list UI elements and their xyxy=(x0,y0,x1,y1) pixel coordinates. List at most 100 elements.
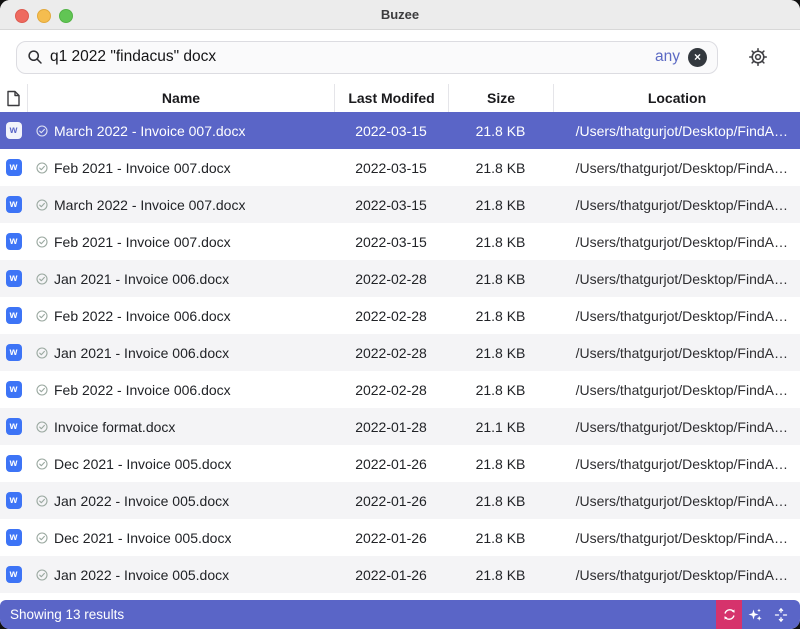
file-size: 21.8 KB xyxy=(448,371,553,408)
clear-search-button[interactable]: × xyxy=(688,48,707,67)
file-modified-date: 2022-03-15 xyxy=(334,186,448,223)
table-row[interactable]: w Dec 2021 - Invoice 005.docx 2022-01-26… xyxy=(0,445,800,482)
file-size: 21.8 KB xyxy=(448,149,553,186)
word-file-icon: w xyxy=(6,492,22,509)
table-row[interactable]: w Feb 2021 - Invoice 007.docx 2022-03-15… xyxy=(0,223,800,260)
file-location: /Users/thatgurjot/Desktop/FindA… xyxy=(553,112,800,149)
file-modified-date: 2022-02-28 xyxy=(334,260,448,297)
check-circle-icon xyxy=(36,199,48,211)
file-name: Dec 2021 - Invoice 005.docx xyxy=(54,530,231,546)
results-table-body: w March 2022 - Invoice 007.docx 2022-03-… xyxy=(0,112,800,593)
file-location: /Users/thatgurjot/Desktop/FindA… xyxy=(553,445,800,482)
search-section: any × xyxy=(0,30,800,84)
word-file-icon: w xyxy=(6,455,22,472)
table-row[interactable]: w Feb 2022 - Invoice 006.docx 2022-02-28… xyxy=(0,297,800,334)
word-file-icon: w xyxy=(6,122,22,139)
file-size: 21.8 KB xyxy=(448,445,553,482)
file-location: /Users/thatgurjot/Desktop/FindA… xyxy=(553,482,800,519)
file-modified-date: 2022-03-15 xyxy=(334,223,448,260)
file-name: Dec 2021 - Invoice 005.docx xyxy=(54,456,231,472)
column-header-modified[interactable]: Last Modifed xyxy=(334,84,448,112)
ai-sparkles-button[interactable] xyxy=(742,600,768,629)
file-modified-date: 2022-01-26 xyxy=(334,445,448,482)
table-row[interactable]: w Invoice format.docx 2022-01-28 21.1 KB… xyxy=(0,408,800,445)
column-header-location[interactable]: Location xyxy=(553,84,800,112)
check-circle-icon xyxy=(36,310,48,322)
check-circle-icon xyxy=(36,125,48,137)
check-circle-icon xyxy=(36,273,48,285)
file-location: /Users/thatgurjot/Desktop/FindA… xyxy=(553,519,800,556)
refresh-button[interactable] xyxy=(716,600,742,629)
table-row[interactable]: w Jan 2021 - Invoice 006.docx 2022-02-28… xyxy=(0,260,800,297)
column-header-name[interactable]: Name xyxy=(27,84,334,112)
close-icon: × xyxy=(694,51,701,63)
word-file-icon: w xyxy=(6,307,22,324)
check-circle-icon xyxy=(36,495,48,507)
file-size: 21.8 KB xyxy=(448,482,553,519)
table-row[interactable]: w Feb 2021 - Invoice 007.docx 2022-03-15… xyxy=(0,149,800,186)
file-size: 21.8 KB xyxy=(448,519,553,556)
file-location: /Users/thatgurjot/Desktop/FindA… xyxy=(553,408,800,445)
check-circle-icon xyxy=(36,458,48,470)
file-name: Jan 2021 - Invoice 006.docx xyxy=(54,345,229,361)
results-table-header: Name Last Modifed Size Location xyxy=(0,84,800,112)
file-size: 21.8 KB xyxy=(448,260,553,297)
file-location: /Users/thatgurjot/Desktop/FindA… xyxy=(553,556,800,593)
column-header-file-type[interactable] xyxy=(0,84,27,112)
word-file-icon: w xyxy=(6,566,22,583)
unfold-vertical-icon xyxy=(774,608,788,622)
file-name: March 2022 - Invoice 007.docx xyxy=(54,197,245,213)
check-circle-icon xyxy=(36,236,48,248)
titlebar: Buzee xyxy=(0,0,800,30)
table-row[interactable]: w Feb 2022 - Invoice 006.docx 2022-02-28… xyxy=(0,371,800,408)
table-bottom-gap xyxy=(0,593,800,600)
file-location: /Users/thatgurjot/Desktop/FindA… xyxy=(553,297,800,334)
file-location: /Users/thatgurjot/Desktop/FindA… xyxy=(553,334,800,371)
table-row[interactable]: w Jan 2021 - Invoice 006.docx 2022-02-28… xyxy=(0,334,800,371)
results-count: Showing 13 results xyxy=(10,607,124,622)
gear-icon xyxy=(747,46,769,68)
search-input[interactable] xyxy=(50,48,655,66)
column-header-size[interactable]: Size xyxy=(448,84,553,112)
file-modified-date: 2022-03-15 xyxy=(334,112,448,149)
settings-button[interactable] xyxy=(746,45,770,69)
word-file-icon: w xyxy=(6,381,22,398)
file-size: 21.8 KB xyxy=(448,334,553,371)
file-location: /Users/thatgurjot/Desktop/FindA… xyxy=(553,371,800,408)
file-name: Feb 2021 - Invoice 007.docx xyxy=(54,234,231,250)
file-modified-date: 2022-01-26 xyxy=(334,482,448,519)
file-name: March 2022 - Invoice 007.docx xyxy=(54,123,245,139)
table-row[interactable]: w Jan 2022 - Invoice 005.docx 2022-01-26… xyxy=(0,482,800,519)
file-modified-date: 2022-01-28 xyxy=(334,408,448,445)
table-row[interactable]: w Jan 2022 - Invoice 005.docx 2022-01-26… xyxy=(0,556,800,593)
table-row[interactable]: w March 2022 - Invoice 007.docx 2022-03-… xyxy=(0,112,800,149)
word-file-icon: w xyxy=(6,418,22,435)
table-row[interactable]: w Dec 2021 - Invoice 005.docx 2022-01-26… xyxy=(0,519,800,556)
word-file-icon: w xyxy=(6,159,22,176)
check-circle-icon xyxy=(36,162,48,174)
file-modified-date: 2022-02-28 xyxy=(334,297,448,334)
word-file-icon: w xyxy=(6,270,22,287)
file-name: Jan 2022 - Invoice 005.docx xyxy=(54,567,229,583)
file-name: Jan 2021 - Invoice 006.docx xyxy=(54,271,229,287)
document-icon xyxy=(6,90,21,107)
file-location: /Users/thatgurjot/Desktop/FindA… xyxy=(553,260,800,297)
check-circle-icon xyxy=(36,347,48,359)
row-density-button[interactable] xyxy=(768,600,794,629)
file-name: Feb 2021 - Invoice 007.docx xyxy=(54,160,231,176)
file-name: Invoice format.docx xyxy=(54,419,175,435)
check-circle-icon xyxy=(36,384,48,396)
file-size: 21.8 KB xyxy=(448,297,553,334)
word-file-icon: w xyxy=(6,196,22,213)
file-size: 21.8 KB xyxy=(448,186,553,223)
check-circle-icon xyxy=(36,569,48,581)
app-window: Buzee any × xyxy=(0,0,800,629)
file-location: /Users/thatgurjot/Desktop/FindA… xyxy=(553,149,800,186)
search-box[interactable]: any × xyxy=(16,41,718,74)
search-scope-badge[interactable]: any xyxy=(655,48,680,66)
file-modified-date: 2022-03-15 xyxy=(334,149,448,186)
file-modified-date: 2022-02-28 xyxy=(334,334,448,371)
table-row[interactable]: w March 2022 - Invoice 007.docx 2022-03-… xyxy=(0,186,800,223)
file-modified-date: 2022-02-28 xyxy=(334,371,448,408)
file-name: Feb 2022 - Invoice 006.docx xyxy=(54,382,231,398)
